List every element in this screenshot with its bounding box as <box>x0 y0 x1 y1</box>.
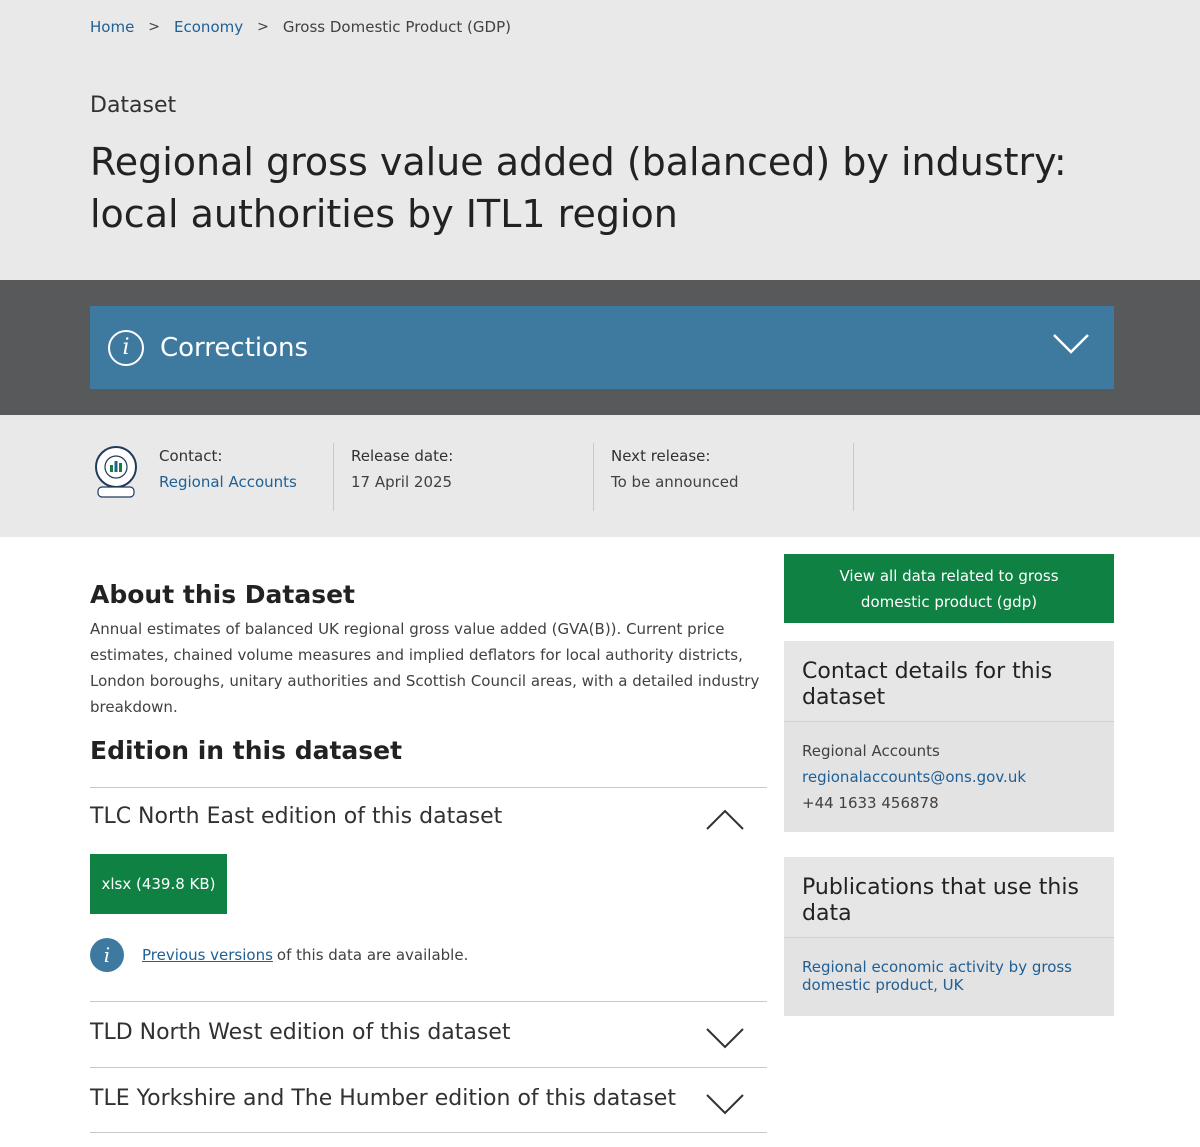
previous-versions-text: of this data are available. <box>276 946 469 964</box>
breadcrumb-separator: > <box>148 19 161 35</box>
contact-details-body: Regional Accounts regionalaccounts@ons.g… <box>784 722 1114 832</box>
contact-meta: Contact: Regional Accounts <box>159 443 297 511</box>
meta-divider <box>333 443 334 511</box>
corrections-accordion[interactable]: i Corrections <box>90 306 1114 389</box>
contact-details-title: Contact details for this dataset <box>784 641 1114 722</box>
page-header: Home > Economy > Gross Domestic Product … <box>0 0 1200 280</box>
editions-title: Edition in this dataset <box>90 736 403 765</box>
contact-email-link[interactable]: regionalaccounts@ons.gov.uk <box>802 768 1026 786</box>
edition-title[interactable]: TLD North West edition of this dataset <box>90 1020 511 1045</box>
release-meta: Contact: Regional Accounts Release date:… <box>0 415 1200 537</box>
breadcrumb-separator: > <box>257 19 269 35</box>
breadcrumb: Home > Economy > Gross Domestic Product … <box>90 18 511 36</box>
previous-versions-link[interactable]: Previous versions <box>142 946 273 964</box>
breadcrumb-economy[interactable]: Economy <box>174 18 243 36</box>
contact-details-box: Contact details for this dataset Regiona… <box>784 641 1114 832</box>
edition-item: TLC North East edition of this dataset x… <box>90 787 767 1001</box>
chevron-down-icon[interactable] <box>1052 332 1090 360</box>
next-release-value: To be announced <box>611 473 739 491</box>
download-xlsx-button[interactable]: xlsx (439.8 KB) <box>90 854 227 914</box>
meta-divider <box>593 443 594 511</box>
publications-title: Publications that use this data <box>784 857 1114 938</box>
contact-label: Contact: <box>159 447 223 465</box>
edition-title[interactable]: TLC North East edition of this dataset <box>90 804 502 829</box>
next-release-meta: Next release: To be announced <box>611 443 738 511</box>
contact-phone: +44 1633 456878 <box>802 794 939 812</box>
chevron-down-icon[interactable] <box>705 1026 745 1054</box>
publications-box: Publications that use this data Regional… <box>784 857 1114 1016</box>
previous-versions-notice: i Previous versions of this data are ava… <box>90 938 468 972</box>
chevron-down-icon[interactable] <box>705 1092 745 1120</box>
official-statistics-accredited-icon <box>94 443 138 507</box>
edition-item[interactable]: TLD North West edition of this dataset <box>90 1001 767 1067</box>
contact-link[interactable]: Regional Accounts <box>159 473 297 491</box>
release-date-value: 17 April 2025 <box>351 473 453 491</box>
corrections-band: i Corrections <box>0 280 1200 415</box>
next-release-label: Next release: <box>611 447 711 465</box>
meta-divider <box>853 443 854 511</box>
breadcrumb-current: Gross Domestic Product (GDP) <box>282 18 511 36</box>
page-title: Regional gross value added (balanced) by… <box>90 140 1067 236</box>
edition-item[interactable]: TLE Yorkshire and The Humber edition of … <box>90 1067 767 1133</box>
chevron-up-icon[interactable] <box>705 808 745 836</box>
about-title: About this Dataset <box>90 580 356 609</box>
corrections-label: Corrections <box>160 332 309 363</box>
publication-link[interactable]: Regional economic activity by gross dome… <box>802 958 1096 994</box>
document-type-label: Dataset <box>90 93 177 118</box>
info-icon: i <box>108 329 144 366</box>
edition-title[interactable]: TLE Yorkshire and The Humber edition of … <box>90 1086 676 1111</box>
view-all-data-button[interactable]: View all data related to gross domestic … <box>784 554 1114 623</box>
info-icon: i <box>90 938 124 972</box>
breadcrumb-home[interactable]: Home <box>90 18 134 36</box>
release-date-label: Release date: <box>351 447 454 465</box>
contact-name: Regional Accounts <box>802 742 940 760</box>
about-text: Annual estimates of balanced UK regional… <box>90 620 760 716</box>
release-date-meta: Release date: 17 April 2025 <box>351 443 453 511</box>
publications-body: Regional economic activity by gross dome… <box>784 938 1114 1016</box>
